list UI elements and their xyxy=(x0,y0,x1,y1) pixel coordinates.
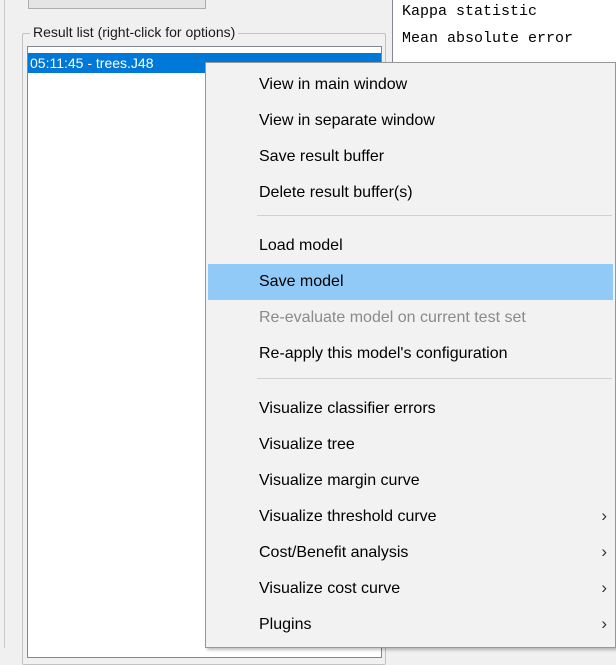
menu-item-visualize-margin-curve[interactable]: Visualize margin curve xyxy=(208,463,613,499)
menu-item-label: Visualize classifier errors xyxy=(259,400,436,417)
menu-item-label: View in separate window xyxy=(259,112,435,129)
output-line: Kappa statistic xyxy=(402,3,538,20)
chevron-right-icon: › xyxy=(601,578,607,597)
menu-item-cost-benefit-analysis[interactable]: Cost/Benefit analysis › xyxy=(208,535,613,571)
chevron-right-icon: › xyxy=(601,542,607,561)
menu-item-label: Save result buffer xyxy=(259,148,385,165)
output-line: Mean absolute error xyxy=(402,30,574,47)
menu-item-view-in-separate-window[interactable]: View in separate window xyxy=(208,103,613,139)
menu-item-delete-result-buffers[interactable]: Delete result buffer(s) xyxy=(208,175,613,211)
menu-item-label: Visualize threshold curve xyxy=(259,508,437,525)
left-frame-edge xyxy=(0,0,5,648)
menu-separator xyxy=(257,378,612,379)
result-context-menu: View in main window View in separate win… xyxy=(205,62,616,648)
menu-item-re-apply-model-configuration[interactable]: Re-apply this model's configuration xyxy=(208,336,613,372)
menu-item-visualize-classifier-errors[interactable]: Visualize classifier errors xyxy=(208,391,613,427)
menu-item-label: View in main window xyxy=(259,76,408,93)
chevron-right-icon: › xyxy=(601,614,607,633)
menu-item-label: Visualize margin curve xyxy=(259,472,420,489)
menu-item-label: Visualize tree xyxy=(259,436,355,453)
menu-item-visualize-cost-curve[interactable]: Visualize cost curve › xyxy=(208,571,613,607)
menu-item-plugins[interactable]: Plugins › xyxy=(208,607,613,643)
menu-separator xyxy=(257,215,612,216)
menu-item-visualize-threshold-curve[interactable]: Visualize threshold curve › xyxy=(208,499,613,535)
menu-item-label: Save model xyxy=(259,273,344,290)
menu-item-label: Visualize cost curve xyxy=(259,580,401,597)
menu-item-label: Load model xyxy=(259,237,343,254)
start-button-remnant[interactable] xyxy=(28,0,206,9)
result-list-legend: Result list (right-click for options) xyxy=(30,24,239,40)
menu-item-label: Plugins xyxy=(259,616,312,633)
menu-item-save-result-buffer[interactable]: Save result buffer xyxy=(208,139,613,175)
menu-item-label: Delete result buffer(s) xyxy=(259,184,413,201)
menu-item-label: Re-apply this model's configuration xyxy=(259,345,508,362)
menu-item-save-model[interactable]: Save model xyxy=(208,264,613,300)
menu-item-label: Cost/Benefit analysis xyxy=(259,544,409,561)
menu-item-label: Re-evaluate model on current test set xyxy=(259,309,526,326)
menu-item-re-evaluate-model: Re-evaluate model on current test set xyxy=(208,300,613,336)
menu-item-view-in-main-window[interactable]: View in main window xyxy=(208,67,613,103)
menu-item-load-model[interactable]: Load model xyxy=(208,228,613,264)
chevron-right-icon: › xyxy=(601,506,607,525)
menu-item-visualize-tree[interactable]: Visualize tree xyxy=(208,427,613,463)
